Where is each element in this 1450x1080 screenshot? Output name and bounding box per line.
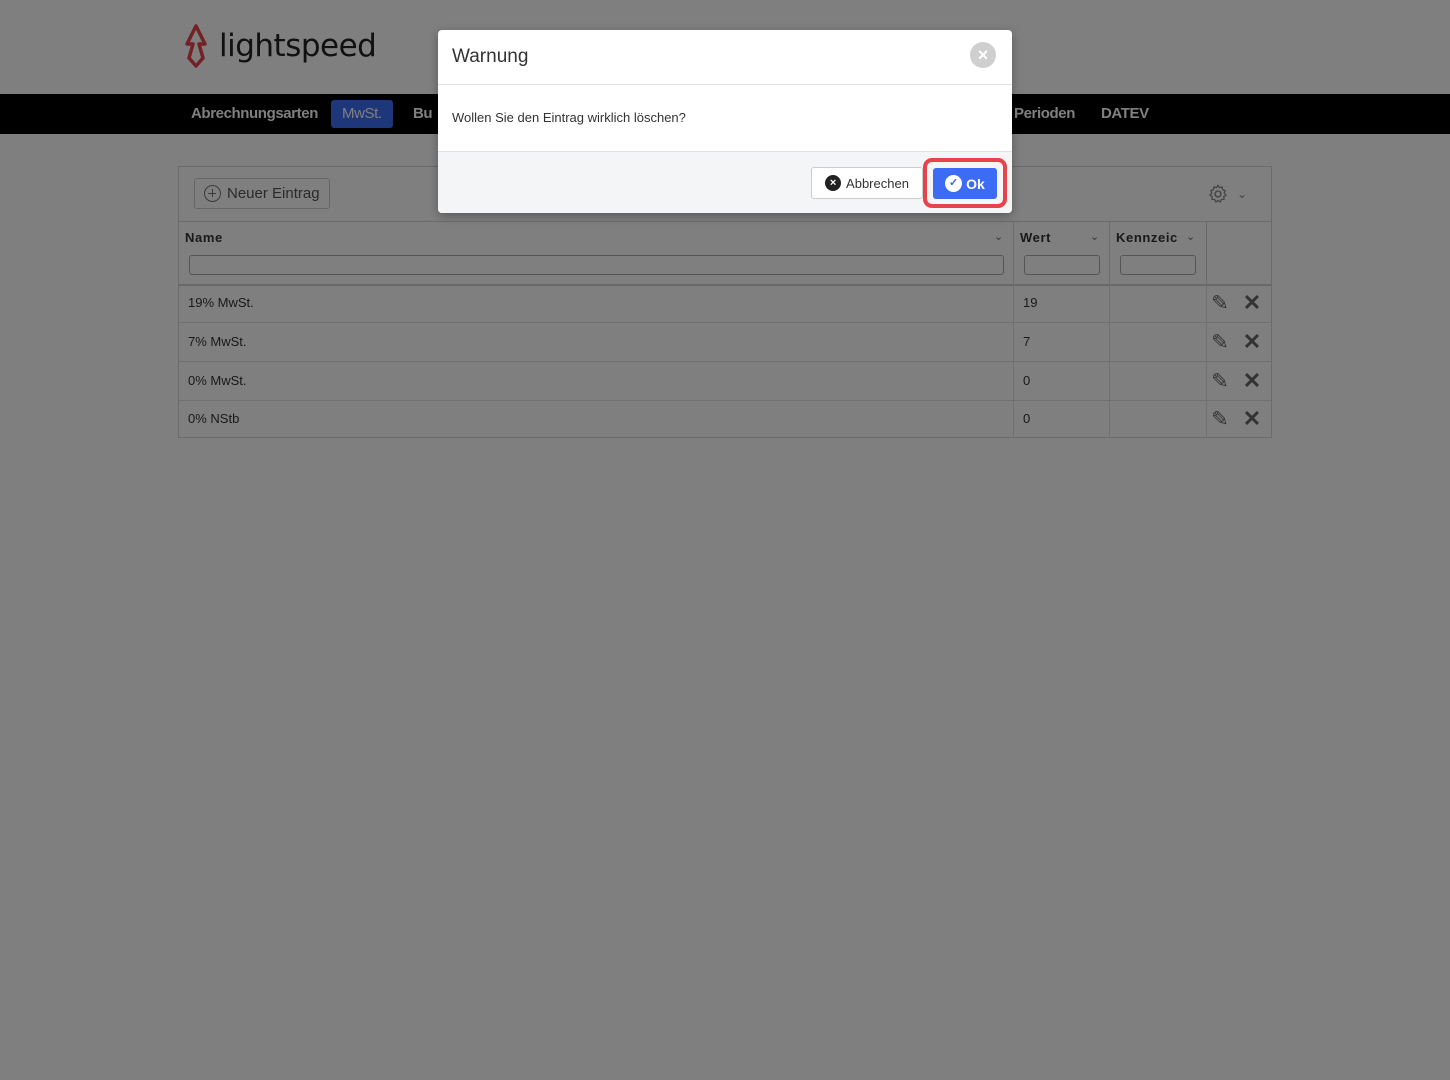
dialog-message: Wollen Sie den Eintrag wirklich löschen? — [452, 110, 686, 125]
dialog-header: Warnung × — [438, 30, 1012, 85]
check-circle-icon: ✓ — [945, 175, 963, 192]
close-icon[interactable]: × — [970, 42, 996, 68]
cancel-label: Abbrechen — [846, 175, 909, 191]
dialog-title: Warnung — [452, 46, 529, 67]
ok-button[interactable]: ✓ Ok — [933, 168, 997, 199]
dialog-body: Wollen Sie den Eintrag wirklich löschen? — [438, 85, 1012, 152]
cancel-button[interactable]: × Abbrechen — [811, 167, 923, 199]
x-circle-icon: × — [825, 175, 842, 191]
dialog-footer: × Abbrechen ✓ Ok — [438, 152, 1012, 213]
ok-label: Ok — [966, 175, 985, 192]
warning-dialog: Warnung × Wollen Sie den Eintrag wirklic… — [438, 30, 1012, 213]
